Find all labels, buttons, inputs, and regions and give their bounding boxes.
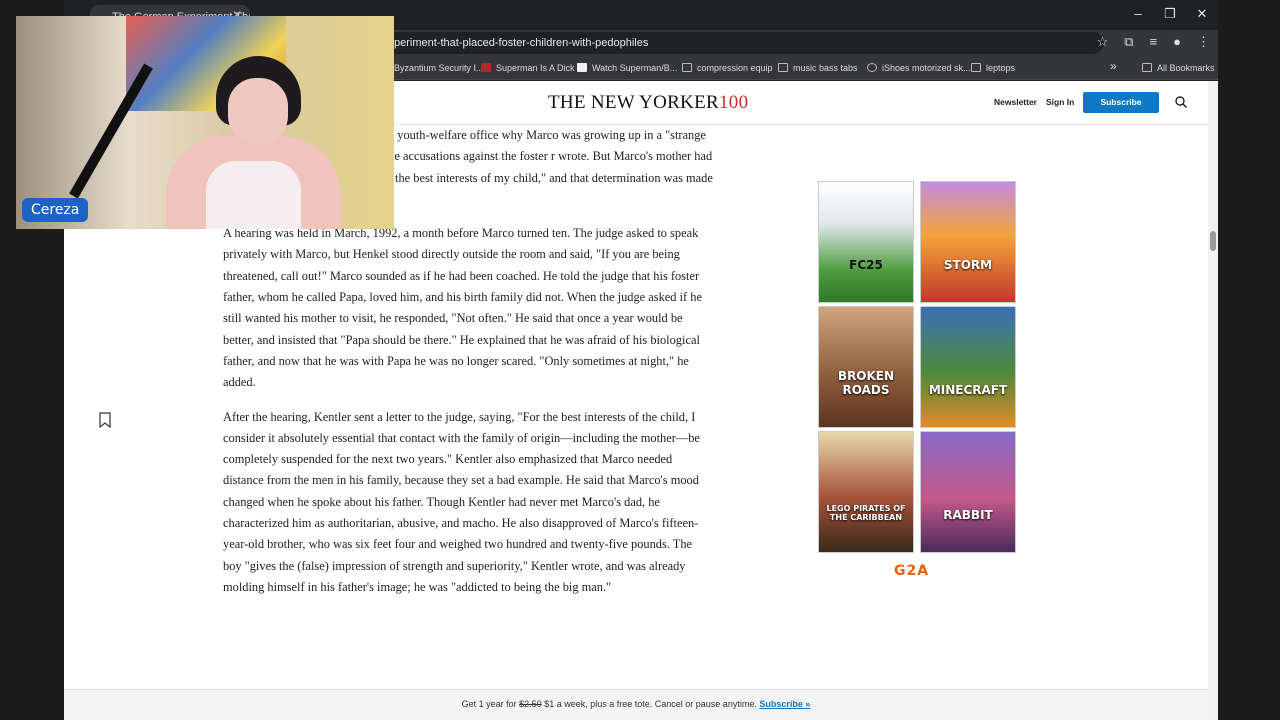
media-icon[interactable]: ≡: [1150, 34, 1158, 50]
streamer-top: [206, 161, 301, 229]
bookmark-item[interactable]: music bass tabs: [778, 60, 858, 76]
ad-tile-minecraft[interactable]: MINECRAFT: [920, 306, 1016, 428]
folder-icon: [778, 63, 788, 72]
screen: The German Experiment That P... ✕ – ❐ ✕ …: [0, 0, 1280, 720]
bookmark-item[interactable]: Byzantium Security I...: [394, 60, 484, 76]
bookmark-favicon-icon: [577, 63, 587, 72]
streamer-name-badge: Cereza: [22, 198, 89, 222]
ad-tile-label: FC25: [849, 258, 883, 272]
promo-old-price: $2.50: [519, 699, 542, 709]
all-bookmarks-label: All Bookmarks: [1157, 63, 1215, 73]
bookmark-item[interactable]: leptops: [971, 60, 1015, 76]
extensions-icon[interactable]: ⧉: [1124, 34, 1133, 50]
bookmark-item[interactable]: Watch Superman/B...: [577, 60, 677, 76]
ad-tile-naruto-storm[interactable]: STORM: [920, 181, 1016, 303]
right-margin: [1218, 0, 1280, 720]
logo-text: THE NEW YORKER: [548, 92, 719, 113]
article-paragraph: A hearing was held in March, 1992, a mon…: [223, 226, 702, 390]
bookmark-label: music bass tabs: [793, 63, 858, 73]
site-logo[interactable]: THE NEW YORKER100: [548, 92, 748, 114]
streamer-face: [228, 78, 288, 144]
article-paragraph: After the hearing, Kentler sent a letter…: [223, 409, 700, 594]
ad-tile-label: STORM: [943, 258, 993, 272]
ad-tile-lego-pirates[interactable]: LEGO PIRATES OF THE CARIBBEAN: [818, 431, 914, 553]
search-icon[interactable]: [1174, 95, 1188, 109]
bookmark-item[interactable]: iShoes motorized sk...: [867, 60, 971, 76]
promo-text: $1 a week, plus a free tote. Cancel or p…: [544, 699, 757, 709]
ad-tile-broken-roads[interactable]: BROKEN ROADS: [818, 306, 914, 428]
bookmark-label: leptops: [986, 63, 1016, 73]
g2a-logo[interactable]: G2A: [894, 563, 929, 579]
newsletter-link[interactable]: Newsletter: [994, 97, 1037, 107]
subscribe-button[interactable]: Subscribe: [1083, 92, 1159, 113]
save-bookmark-icon[interactable]: [99, 412, 111, 428]
maximize-button[interactable]: ❐: [1154, 0, 1186, 30]
promo-prefix: Get 1 year for: [461, 699, 517, 709]
window-controls: – ❐ ✕: [1122, 0, 1218, 30]
star-icon[interactable]: ☆: [1097, 34, 1109, 50]
ad-tile-fc25[interactable]: FC25: [818, 181, 914, 303]
all-bookmarks-button[interactable]: All Bookmarks: [1142, 60, 1215, 76]
bookmark-favicon-icon: [481, 63, 491, 72]
ad-tile-label: BROKEN ROADS: [837, 369, 895, 397]
bookmark-label: iShoes motorized sk...: [882, 63, 971, 73]
bookmark-label: Superman Is A Dick: [496, 63, 575, 73]
bookmark-item[interactable]: Superman Is A Dick: [481, 60, 575, 76]
bookmark-label: compression equip: [697, 63, 773, 73]
minimize-button[interactable]: –: [1122, 0, 1154, 30]
bookmark-label: Byzantium Security I...: [394, 63, 484, 73]
url-text: periment-that-placed-foster-children-wit…: [394, 37, 649, 49]
profile-icon[interactable]: ●: [1173, 34, 1181, 50]
page-scrollbar[interactable]: [1208, 81, 1218, 720]
scrollbar-thumb[interactable]: [1210, 231, 1216, 251]
address-bar[interactable]: periment-that-placed-foster-children-wit…: [284, 32, 1104, 54]
folder-icon: [1142, 63, 1152, 72]
promo-subscribe-link[interactable]: Subscribe »: [759, 699, 810, 709]
subscription-promo-bar: Get 1 year for $2.50 $1 a week, plus a f…: [64, 689, 1208, 720]
ad-tile-label: LEGO PIRATES OF THE CARIBBEAN: [826, 504, 906, 522]
toolbar-icons: ☆ ⧉ ≡ ● ⋮: [1097, 34, 1210, 50]
menu-icon[interactable]: ⋮: [1197, 34, 1210, 50]
bookmarks-overflow-button[interactable]: »: [1110, 58, 1117, 74]
ad-tile-label: MINECRAFT: [928, 383, 1008, 397]
logo-100: 100: [718, 92, 749, 113]
sign-in-link[interactable]: Sign In: [1046, 97, 1074, 107]
bookmark-item[interactable]: compression equip: [682, 60, 773, 76]
folder-icon: [682, 63, 692, 72]
ad-tile-rabbit[interactable]: RABBIT: [920, 431, 1016, 553]
ad-tile-label: RABBIT: [943, 508, 993, 522]
folder-icon: [971, 63, 981, 72]
close-window-button[interactable]: ✕: [1186, 0, 1218, 30]
globe-icon: [867, 63, 877, 72]
bookmark-label: Watch Superman/B...: [592, 63, 678, 73]
